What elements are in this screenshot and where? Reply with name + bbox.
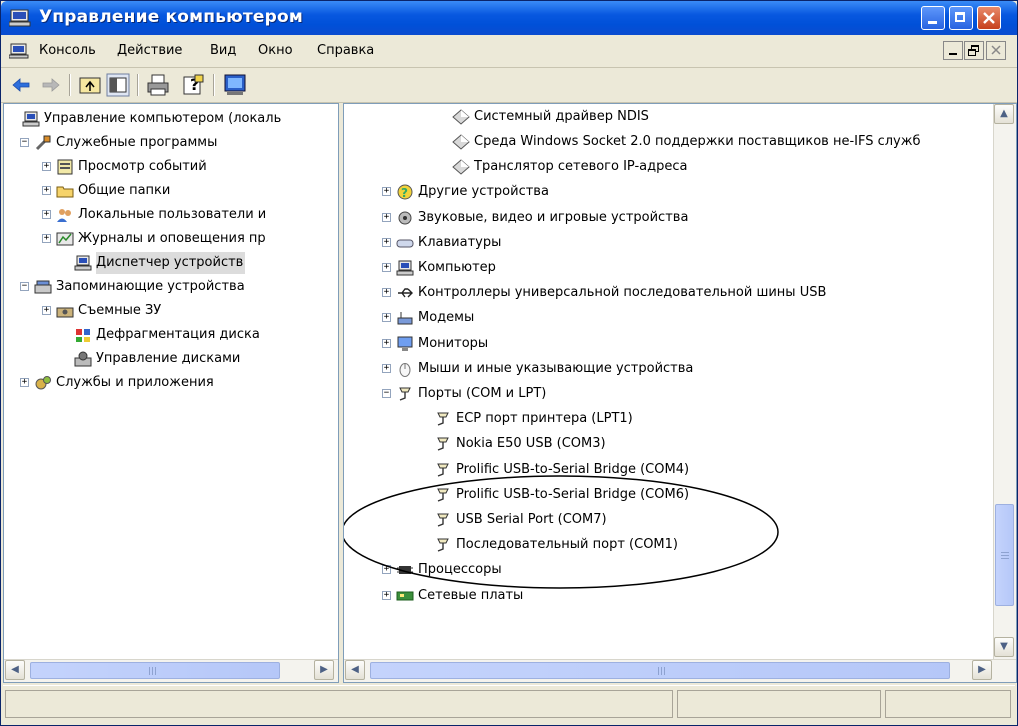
console-icon[interactable] — [223, 73, 247, 97]
toolbar-separator — [69, 74, 71, 96]
left-tree-item[interactable]: Управление дисками — [4, 348, 338, 370]
event-viewer-icon — [56, 159, 74, 175]
mdi-close-button[interactable] — [986, 41, 1006, 60]
vertical-scrollbar[interactable]: ▲ ▼ — [993, 104, 1016, 660]
show-hide-tree-icon[interactable] — [106, 73, 130, 97]
scroll-left-button[interactable]: ◀ — [5, 660, 25, 680]
collapse-icon[interactable]: − — [20, 138, 29, 147]
menu-window[interactable]: Окно — [258, 43, 293, 58]
maximize-button[interactable] — [949, 6, 973, 30]
defrag-icon — [74, 327, 92, 343]
scroll-down-button[interactable]: ▼ — [994, 637, 1014, 657]
title-bar[interactable]: Управление компьютером — [1, 1, 1017, 35]
computer-management-window: Управление компьютером Консоль Действие … — [0, 0, 1018, 726]
menu-action[interactable]: Действие — [117, 43, 182, 58]
expand-icon[interactable]: + — [20, 378, 29, 387]
left-tree-item[interactable]: + Просмотр событий — [4, 156, 338, 178]
tree-item-label: Управление компьютером (локаль — [44, 111, 282, 126]
expand-icon[interactable]: + — [42, 186, 51, 195]
up-folder-icon[interactable] — [78, 73, 102, 97]
status-cell-3 — [885, 690, 1011, 718]
details-pane[interactable]: Системный драйвер NDIS Среда Windows Sock… — [343, 103, 1017, 683]
tree-item-label: Локальные пользователи и — [78, 207, 267, 222]
back-icon[interactable] — [9, 73, 33, 97]
tree-item-label: Запоминающие устройства — [56, 279, 245, 294]
expand-icon[interactable]: + — [42, 162, 51, 171]
status-cell-2 — [677, 690, 881, 718]
console-tree-pane[interactable]: Управление компьютером (локаль − Служебные… — [3, 103, 339, 683]
status-bar — [3, 685, 1015, 722]
scroll-thumb[interactable] — [30, 662, 280, 679]
left-tree-item[interactable]: Диспетчер устройств — [4, 252, 338, 274]
scroll-up-button[interactable]: ▲ — [994, 104, 1014, 124]
tree-item-label: Журналы и оповещения пр — [78, 231, 266, 246]
disk-management-icon — [74, 351, 92, 367]
scroll-thumb[interactable] — [370, 662, 950, 679]
computer-management-icon — [9, 9, 31, 27]
mdi-restore-button[interactable] — [964, 41, 984, 60]
left-tree-item[interactable]: + Службы и приложения — [4, 372, 338, 394]
scroll-right-button[interactable]: ▶ — [972, 660, 992, 680]
services-icon — [34, 375, 52, 391]
scroll-right-button[interactable]: ▶ — [314, 660, 334, 680]
left-tree-item[interactable]: Управление компьютером (локаль — [4, 108, 338, 130]
expand-icon[interactable]: + — [42, 306, 51, 315]
minimize-button[interactable] — [921, 6, 945, 30]
left-tree-item[interactable]: − Запоминающие устройства — [4, 276, 338, 298]
collapse-icon[interactable]: − — [20, 282, 29, 291]
menu-help[interactable]: Справка — [317, 43, 374, 58]
left-tree-item[interactable]: + Общие папки — [4, 180, 338, 202]
close-icon — [991, 45, 1001, 55]
forward-icon[interactable] — [39, 73, 63, 97]
window-title: Управление компьютером — [39, 7, 303, 27]
expand-icon[interactable]: + — [42, 234, 51, 243]
left-tree-item[interactable]: + Журналы и оповещения пр — [4, 228, 338, 250]
status-cell-main — [5, 690, 673, 718]
mdi-minimize-button[interactable] — [943, 41, 963, 60]
menu-view[interactable]: Вид — [210, 43, 236, 58]
tools-icon — [34, 135, 52, 151]
tree-item-label: Просмотр событий — [78, 159, 207, 174]
help-icon[interactable]: ? — [181, 73, 205, 97]
menu-console[interactable]: Консоль — [39, 43, 96, 58]
removable-storage-icon — [56, 303, 74, 319]
toolbar-separator — [137, 74, 139, 96]
tree-item-label: Службы и приложения — [56, 375, 214, 390]
scroll-thumb[interactable] — [995, 504, 1014, 606]
close-button[interactable] — [977, 6, 1001, 30]
left-tree-item[interactable]: + Локальные пользователи и — [4, 204, 338, 226]
tree-item-label: Съемные ЗУ — [78, 303, 162, 318]
toolbar: ? — [1, 68, 1017, 103]
horizontal-scrollbar[interactable]: ◀ ▶ — [344, 659, 1016, 682]
tree-item-label: Управление дисками — [96, 351, 241, 366]
scroll-left-button[interactable]: ◀ — [345, 660, 365, 680]
computer-management-icon — [22, 111, 40, 127]
left-tree-item[interactable]: + Съемные ЗУ — [4, 300, 338, 322]
horizontal-scrollbar[interactable]: ◀ ▶ — [4, 659, 338, 682]
highlight-ellipse — [344, 475, 779, 589]
tree-item-label: Дефрагментация диска — [96, 327, 260, 342]
menu-bar: Консоль Действие Вид Окно Справка — [1, 35, 1017, 68]
tree-item-label: Общие папки — [78, 183, 171, 198]
console-window-icon — [9, 43, 29, 59]
tree-item-label: Диспетчер устройств — [96, 252, 246, 274]
print-icon[interactable] — [146, 73, 170, 97]
storage-icon — [34, 279, 52, 295]
device-manager-icon — [74, 255, 92, 271]
left-tree-item[interactable]: Дефрагментация диска — [4, 324, 338, 346]
performance-logs-icon — [56, 231, 74, 247]
users-icon — [56, 207, 74, 223]
toolbar-separator — [213, 74, 215, 96]
expand-icon[interactable]: + — [42, 210, 51, 219]
close-icon — [983, 12, 995, 24]
left-tree-item[interactable]: − Служебные программы — [4, 132, 338, 154]
tree-item-label: Служебные программы — [56, 135, 218, 150]
shared-folder-icon — [56, 183, 74, 199]
